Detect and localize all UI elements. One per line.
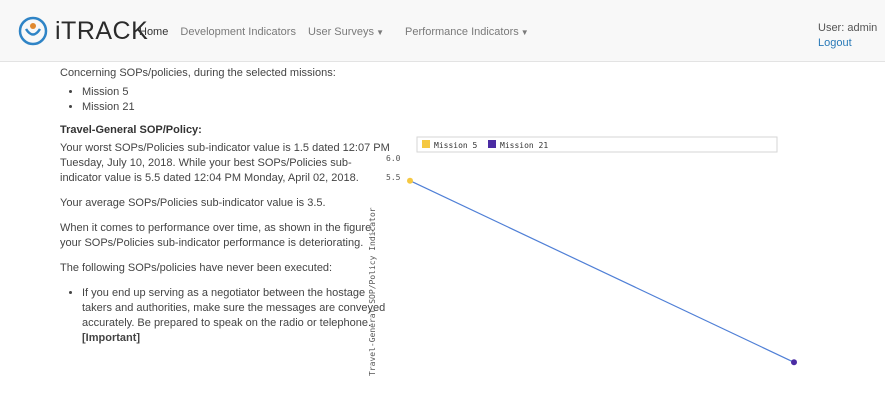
- caret-down-icon: ▼: [520, 28, 529, 37]
- never-executed-item: If you end up serving as a negotiator be…: [82, 286, 390, 346]
- never-executed-intro: The following SOPs/policies have never b…: [60, 262, 333, 274]
- data-point-mission-21[interactable]: [791, 359, 797, 366]
- worst-best-text: Your worst SOPs/Policies sub-indicator v…: [60, 142, 390, 184]
- mission-item: Mission 21: [82, 100, 390, 115]
- sop-indicator-chart: Mission 5 Mission 21 Travel-General SOP/…: [368, 136, 797, 376]
- mission-list: Mission 5 Mission 21: [60, 85, 390, 115]
- average-text: Your average SOPs/Policies sub-indicator…: [60, 197, 326, 209]
- nav-development-indicators[interactable]: Development Indicators: [180, 26, 296, 38]
- user-label: User: admin: [818, 22, 878, 34]
- logout-link[interactable]: Logout: [818, 37, 852, 49]
- nav-performance-indicators-label: Performance Indicators: [405, 26, 519, 38]
- never-executed-list: If you end up serving as a negotiator be…: [60, 286, 390, 346]
- top-navbar: iTRACK Home Development Indicators User …: [0, 0, 885, 62]
- legend-label-mission-21: Mission 21: [500, 141, 548, 150]
- importance-tag-label: Important: [85, 332, 137, 344]
- legend-swatch-mission-21: [488, 140, 496, 148]
- user-box: User: admin Logout: [818, 21, 877, 51]
- itrack-logo-icon[interactable]: [18, 16, 48, 46]
- y-tick-label-5-5: 5.5: [386, 173, 401, 182]
- trend-text: When it comes to performance over time, …: [60, 222, 375, 249]
- nav-performance-indicators[interactable]: Performance Indicators ▼: [405, 26, 538, 38]
- main-nav: Home Development Indicators User Surveys…: [139, 26, 547, 38]
- legend-label-mission-5: Mission 5: [434, 141, 478, 150]
- y-axis-label: Travel-General SOP/Policy Indicator: [368, 207, 377, 376]
- app-title[interactable]: iTRACK: [55, 17, 148, 46]
- mission-item: Mission 5: [82, 85, 390, 100]
- legend-swatch-mission-5: [422, 140, 430, 148]
- intro-text: Concerning SOPs/policies, during the sel…: [60, 67, 336, 79]
- caret-down-icon: ▼: [376, 28, 384, 37]
- importance-tag: [Important]: [82, 332, 141, 344]
- data-point-mission-5[interactable]: [407, 177, 413, 184]
- report-content: Concerning SOPs/policies, during the sel…: [60, 66, 390, 354]
- never-executed-item-text: If you end up serving as a negotiator be…: [82, 287, 386, 329]
- section-title: Travel-General SOP/Policy:: [60, 124, 202, 136]
- series-connector-line: [409, 180, 795, 363]
- nav-user-surveys[interactable]: User Surveys ▼: [308, 26, 393, 38]
- chart-legend: Mission 5 Mission 21: [416, 136, 778, 153]
- nav-home[interactable]: Home: [139, 26, 168, 38]
- y-tick-label-6-0: 6.0: [386, 154, 401, 163]
- nav-user-surveys-label: User Surveys: [308, 26, 375, 38]
